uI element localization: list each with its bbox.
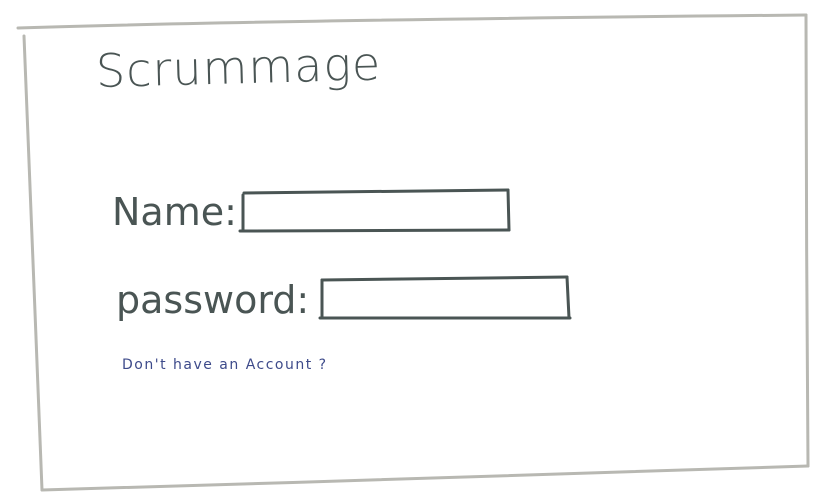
password-field[interactable] bbox=[322, 279, 568, 316]
signup-link[interactable]: Don't have an Account ? bbox=[122, 357, 328, 373]
name-label: Name: bbox=[112, 190, 237, 234]
app-title: Scrummage bbox=[95, 36, 382, 98]
password-label: password: bbox=[116, 278, 310, 322]
name-field[interactable] bbox=[244, 192, 508, 228]
